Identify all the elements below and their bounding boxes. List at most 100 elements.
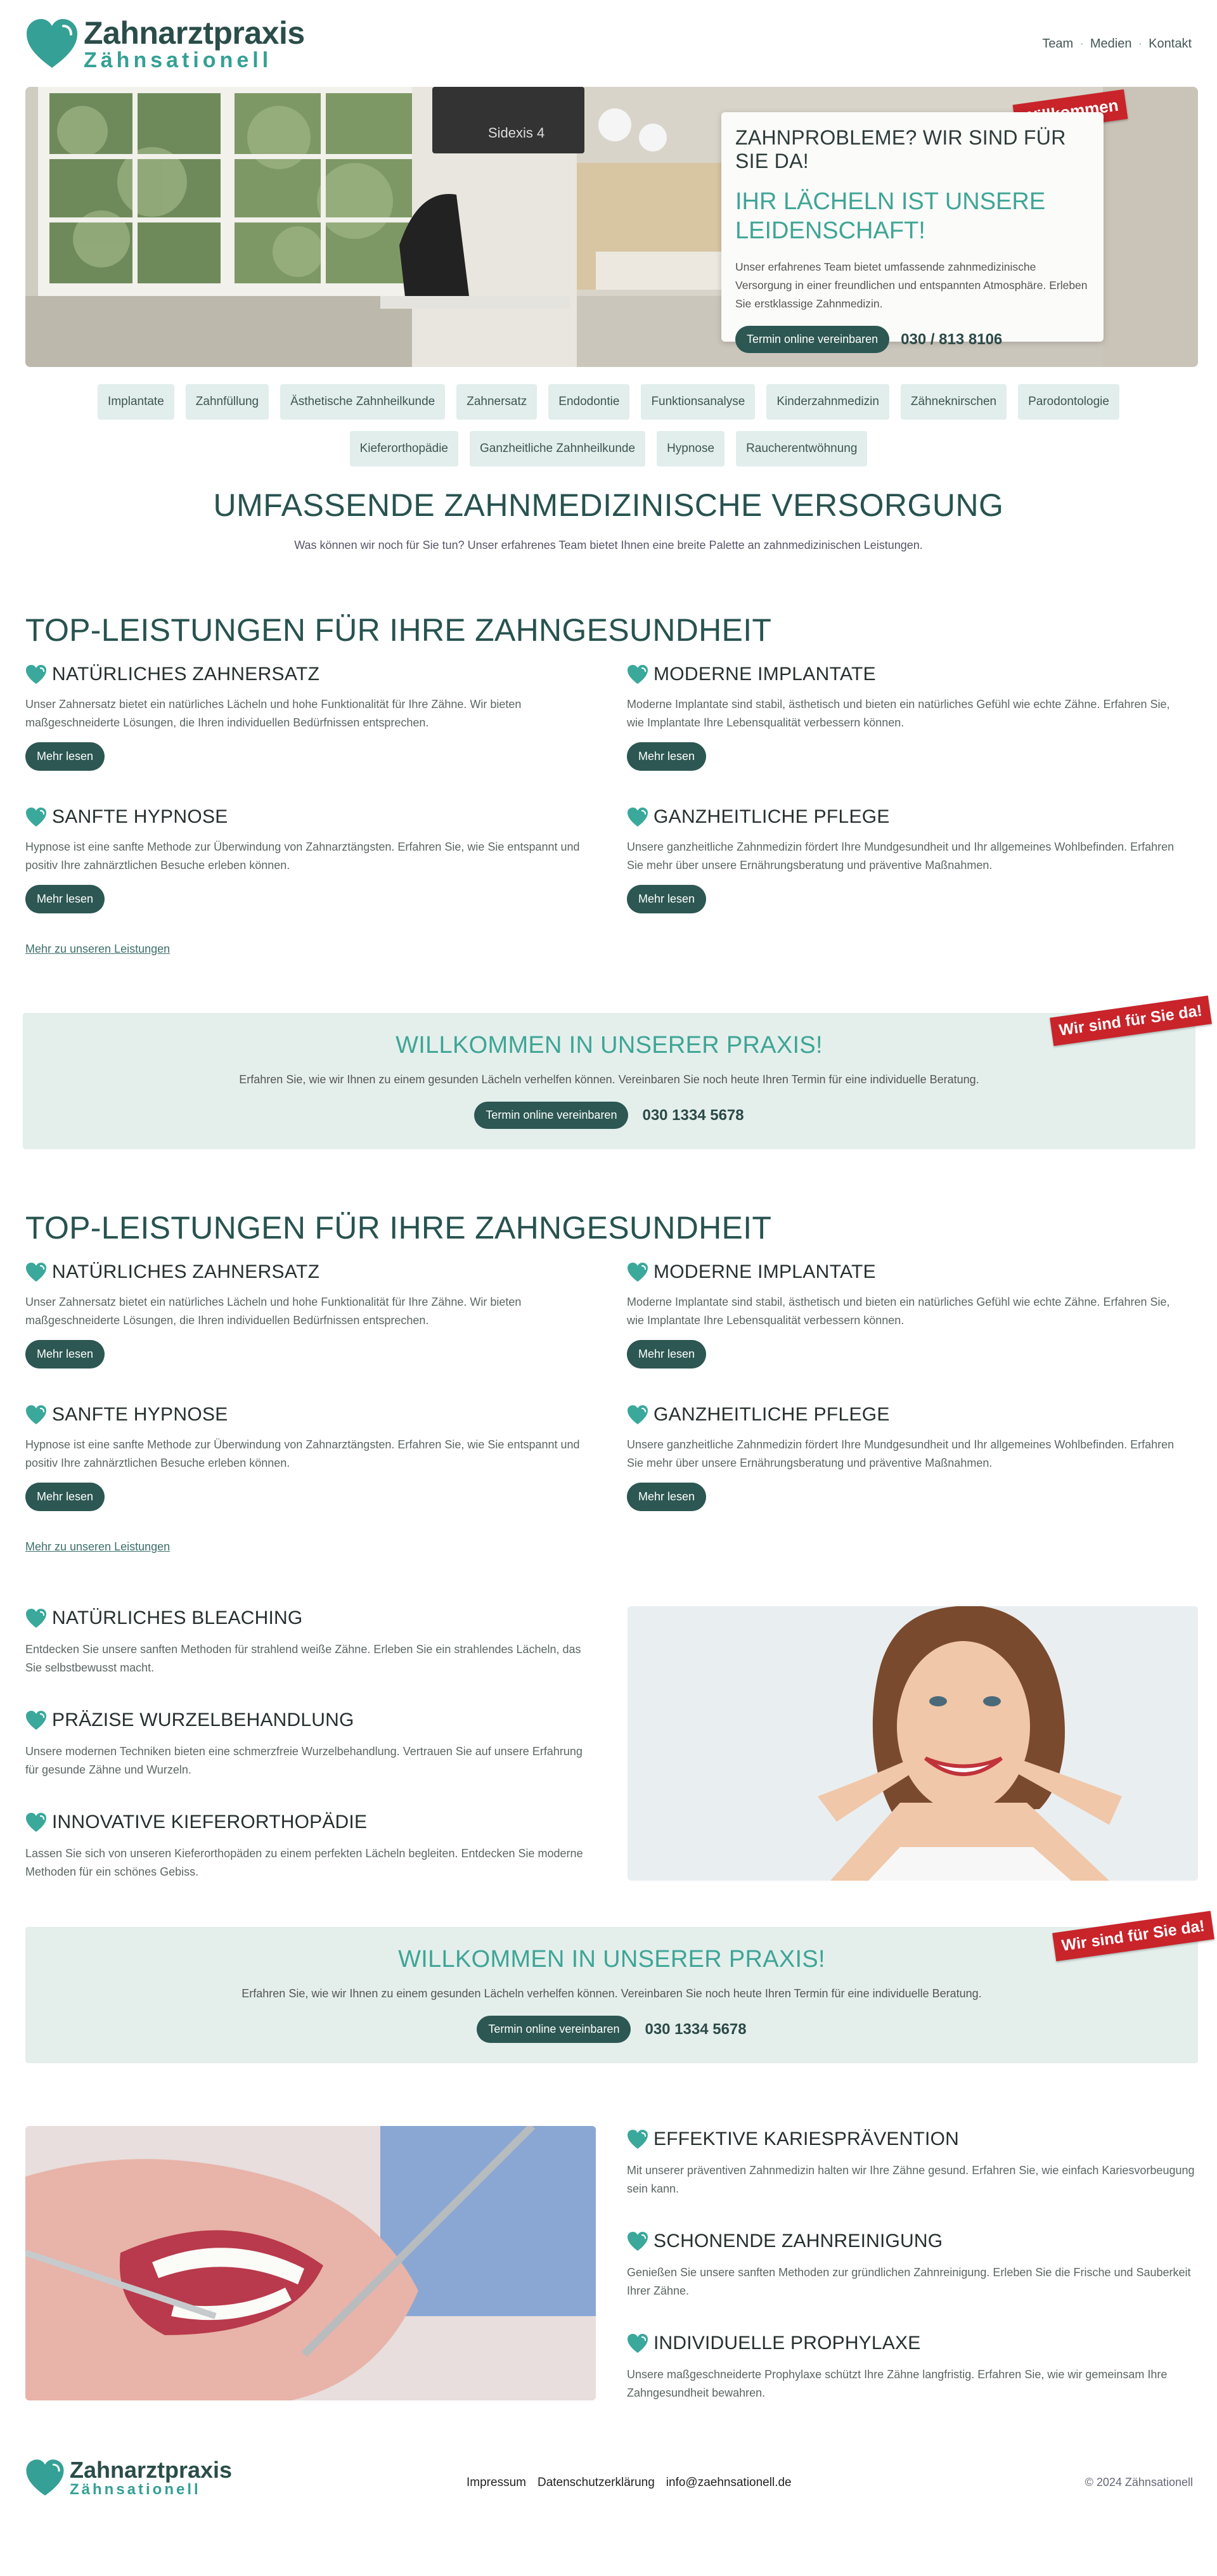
tag-zahnersatz[interactable]: Zahnersatz <box>456 384 538 420</box>
service-card: NATÜRLICHES ZAHNERSATZ Unser Zahnersatz … <box>25 1261 583 1368</box>
tag-ganzheitliche-zahnheilkunde[interactable]: Ganzheitliche Zahnheilkunde <box>470 431 646 467</box>
tag-parodontologie[interactable]: Parodontologie <box>1018 384 1119 420</box>
nav-separator: · <box>1138 37 1143 51</box>
feature-item: INDIVIDUELLE PROPHYLAXE Unsere maßgeschn… <box>627 2333 1197 2402</box>
email-link[interactable]: info@zaehnsationell.de <box>666 2476 792 2490</box>
hero-phone[interactable]: 030 / 813 8106 <box>901 331 1002 349</box>
service-title: MODERNE IMPLANTATE <box>654 1261 876 1282</box>
service-text: Moderne Implantate sind stabil, ästhetis… <box>627 1296 1170 1327</box>
dental-exam-image <box>25 2126 596 2400</box>
nav-separator: · <box>1079 37 1084 51</box>
service-title: GANZHEITLICHE PFLEGE <box>654 806 890 827</box>
smiling-woman-image <box>628 1606 1198 1881</box>
top-services-title: TOP-LEISTUNGEN FÜR IHRE ZAHNGESUNDHEIT <box>25 1210 772 1246</box>
tag-kinderzahnmedizin[interactable]: Kinderzahnmedizin <box>766 384 889 420</box>
more-services-link[interactable]: Mehr zu unseren Leistungen <box>25 943 170 956</box>
tag-zahnfuellung[interactable]: Zahnfüllung <box>185 384 269 420</box>
tag-zaehneknirschen[interactable]: Zähneknirschen <box>900 384 1007 420</box>
read-more-button[interactable]: Mehr lesen <box>627 742 707 771</box>
feature-item: EFFEKTIVE KARIESPRÄVENTION Mit unserer p… <box>627 2128 1197 2198</box>
read-more-button[interactable]: Mehr lesen <box>25 1483 105 1511</box>
welcome-text: Erfahren Sie, wie wir Ihnen zu einem ges… <box>241 1987 982 2000</box>
more-services-link[interactable]: Mehr zu unseren Leistungen <box>25 1540 170 1554</box>
welcome-title: WILLKOMMEN IN UNSERER PRAXIS! <box>398 1946 825 1973</box>
footer-logo-tagline: Zähnsationell <box>70 2481 201 2498</box>
service-text: Hypnose ist eine sanfte Methode zur Über… <box>25 1438 580 1469</box>
welcome-phone[interactable]: 030 1334 5678 <box>645 2021 746 2038</box>
welcome-text: Erfahren Sie, wie wir Ihnen zu einem ges… <box>239 1073 979 1086</box>
datenschutz-link[interactable]: Datenschutzerklärung <box>538 2476 655 2490</box>
logo-tagline: Zähnsationell <box>84 48 273 72</box>
nav-medien[interactable]: Medien <box>1090 37 1132 51</box>
read-more-button[interactable]: Mehr lesen <box>25 1340 105 1368</box>
tag-implantate[interactable]: Implantate <box>98 384 174 420</box>
tag-aesthetische-zahnheilkunde[interactable]: Ästhetische Zahnheilkunde <box>280 384 446 420</box>
tag-kieferorthopaedie[interactable]: Kieferorthopädie <box>349 431 458 467</box>
feature-title: NATÜRLICHES BLEACHING <box>52 1607 303 1628</box>
footer-logo[interactable]: Zahnarztpraxis Zähnsationell <box>25 2458 232 2497</box>
site-logo[interactable]: Zahnarztpraxis Zähnsationell <box>25 16 305 71</box>
service-text: Unser Zahnersatz bietet ein natürliches … <box>25 698 522 729</box>
book-appointment-button[interactable]: Termin online vereinbaren <box>474 1102 629 1129</box>
tag-raucherentwoehnung[interactable]: Raucherentwöhnung <box>736 431 868 467</box>
top-navigation: Team · Medien · Kontakt <box>1042 37 1192 51</box>
tooth-heart-icon <box>25 2458 65 2497</box>
read-more-button[interactable]: Mehr lesen <box>25 885 105 913</box>
nav-kontakt[interactable]: Kontakt <box>1149 37 1192 51</box>
welcome-phone[interactable]: 030 1334 5678 <box>642 1107 744 1124</box>
nav-team[interactable]: Team <box>1042 37 1073 51</box>
copyright: © 2024 Zähnsationell <box>1085 2476 1193 2489</box>
hero-text: Unser erfahrenes Team bietet umfassende … <box>735 261 1088 310</box>
heart-icon <box>627 807 648 827</box>
heart-icon <box>25 664 47 685</box>
hero-kicker: ZAHNPROBLEME? WIR SIND FÜR SIE DA! <box>735 126 1066 172</box>
hero-card: ZAHNPROBLEME? WIR SIND FÜR SIE DA! IHR L… <box>721 112 1104 353</box>
service-card: GANZHEITLICHE PFLEGE Unsere ganzheitlich… <box>627 1404 1185 1511</box>
service-title: MODERNE IMPLANTATE <box>654 664 876 685</box>
feature-title: PRÄZISE WURZELBEHANDLUNG <box>52 1710 354 1730</box>
service-text: Unsere ganzheitliche Zahnmedizin fördert… <box>627 1438 1175 1469</box>
read-more-button[interactable]: Mehr lesen <box>25 742 105 771</box>
feature-item: PRÄZISE WURZELBEHANDLUNG Unsere modernen… <box>25 1710 596 1779</box>
service-text: Unsere ganzheitliche Zahnmedizin fördert… <box>627 840 1175 872</box>
heart-icon <box>25 1812 47 1832</box>
impressum-link[interactable]: Impressum <box>467 2476 526 2490</box>
read-more-button[interactable]: Mehr lesen <box>627 885 707 913</box>
service-title: NATÜRLICHES ZAHNERSATZ <box>52 664 320 685</box>
service-card: GANZHEITLICHE PFLEGE Unsere ganzheitlich… <box>627 806 1185 913</box>
feature-title: EFFEKTIVE KARIESPRÄVENTION <box>654 2128 959 2149</box>
hero-headline: IHR LÄCHELN IST UNSERE LEIDENSCHAFT! <box>735 188 1046 244</box>
read-more-button[interactable]: Mehr lesen <box>627 1483 707 1511</box>
feature-text: Mit unserer präventiven Zahnmedizin halt… <box>627 2164 1195 2195</box>
service-title: SANFTE HYPNOSE <box>52 806 228 827</box>
book-appointment-button[interactable]: Termin online vereinbaren <box>477 2016 631 2043</box>
feature-item: NATÜRLICHES BLEACHING Entdecken Sie unse… <box>25 1607 596 1677</box>
feature-text: Unsere maßgeschneiderte Prophylaxe schüt… <box>627 2368 1168 2399</box>
heart-icon <box>627 2129 648 2149</box>
heart-icon <box>25 1405 47 1425</box>
service-card: MODERNE IMPLANTATE Moderne Implantate si… <box>627 1261 1185 1368</box>
heart-icon <box>627 1262 648 1282</box>
heart-icon <box>627 2333 648 2354</box>
logo-name: Zahnarztpraxis <box>84 15 305 51</box>
read-more-button[interactable]: Mehr lesen <box>627 1340 707 1368</box>
feature-text: Lassen Sie sich von unseren Kieferorthop… <box>25 1847 583 1878</box>
footer-logo-name: Zahnarztpraxis <box>70 2457 233 2483</box>
service-title: GANZHEITLICHE PFLEGE <box>654 1404 890 1425</box>
heart-icon <box>627 2231 648 2251</box>
tag-endodontie[interactable]: Endodontie <box>548 384 630 420</box>
heart-icon <box>25 1710 47 1730</box>
tag-funktionsanalyse[interactable]: Funktionsanalyse <box>641 384 756 420</box>
feature-item: SCHONENDE ZAHNREINIGUNG Genießen Sie uns… <box>627 2231 1197 2300</box>
feature-item: INNOVATIVE KIEFERORTHOPÄDIE Lassen Sie s… <box>25 1812 596 1881</box>
service-title: SANFTE HYPNOSE <box>52 1404 228 1425</box>
service-text: Hypnose ist eine sanfte Methode zur Über… <box>25 840 580 872</box>
feature-text: Genießen Sie unsere sanften Methoden zur… <box>627 2266 1191 2297</box>
book-appointment-button[interactable]: Termin online vereinbaren <box>735 326 890 353</box>
top-services-title: TOP-LEISTUNGEN FÜR IHRE ZAHNGESUNDHEIT <box>25 612 772 648</box>
feature-title: INDIVIDUELLE PROPHYLAXE <box>654 2333 921 2354</box>
tag-hypnose[interactable]: Hypnose <box>657 431 725 467</box>
footer-links: Impressum Datenschutzerklärung info@zaeh… <box>467 2476 792 2490</box>
service-card: SANFTE HYPNOSE Hypnose ist eine sanfte M… <box>25 806 583 913</box>
service-title: NATÜRLICHES ZAHNERSATZ <box>52 1261 320 1282</box>
